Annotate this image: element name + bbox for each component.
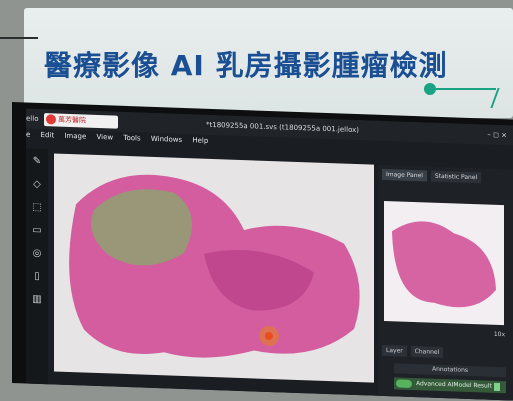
overview-thumbnail[interactable] [384, 200, 504, 326]
menu-tools[interactable]: Tools [123, 134, 140, 143]
annotations-header: Annotations [394, 363, 506, 378]
tab-statistic-panel[interactable]: Statistic Panel [430, 170, 482, 184]
layer-lock-icon[interactable] [494, 382, 500, 392]
tab-channel[interactable]: Channel [410, 345, 444, 359]
banner-title: 醫療影像 AI 乳房攝影腫瘤檢測 [44, 49, 448, 82]
thumbnail-tissue [392, 221, 496, 308]
slide-viewport[interactable] [54, 153, 374, 383]
logo-icon [46, 114, 56, 125]
pencil-icon[interactable]: ✎ [30, 155, 44, 169]
panel-tabs: Image Panel Statistic Panel [382, 168, 483, 184]
layer-tabs: Layer Channel [382, 344, 445, 359]
zoom-level: 10x [493, 330, 505, 339]
connector-dot [424, 83, 436, 95]
menu-view[interactable]: View [97, 133, 114, 142]
tool-strip: ✎ ◇ ⬚ ▭ ◎ ▯ ▥ [26, 148, 48, 385]
side-panel: Image Panel Statistic Panel 10x Layer Ch… [378, 164, 513, 401]
document-title: *t1809255a 001.svs (t1809255a 001.jellox… [206, 120, 360, 135]
menu-help[interactable]: Help [192, 136, 208, 145]
connector-line [436, 88, 496, 90]
annotation-label: Advanced AIModel Result [416, 380, 492, 390]
selection-icon[interactable]: ⬚ [30, 201, 44, 215]
monitor: ello 萬芳醫院 *t1809255a 001.svs (t1809255a … [12, 102, 513, 401]
tab-image-panel[interactable]: Image Panel [382, 168, 427, 182]
visibility-toggle[interactable] [396, 379, 412, 388]
comment-icon[interactable]: ▭ [30, 224, 44, 238]
annotation-row[interactable]: Advanced AIModel Result [394, 377, 506, 394]
tab-layer[interactable]: Layer [382, 344, 407, 357]
app-name: ello [26, 114, 39, 123]
menu-edit[interactable]: Edit [41, 131, 55, 139]
window-controls[interactable]: – ◻ × [487, 125, 507, 146]
menu-windows[interactable]: Windows [151, 135, 182, 144]
trash-icon[interactable]: ▥ [30, 293, 44, 307]
logo-text: 萬芳醫院 [58, 115, 86, 125]
hospital-logo: 萬芳醫院 [44, 113, 118, 129]
menu-file[interactable]: e [26, 130, 30, 138]
document-icon[interactable]: ▯ [30, 270, 44, 284]
app-window: ello 萬芳醫院 *t1809255a 001.svs (t1809255a … [26, 108, 513, 401]
search-icon[interactable]: ◎ [30, 247, 44, 261]
tissue-image [69, 174, 360, 358]
eraser-icon[interactable]: ◇ [30, 178, 44, 192]
decorative-line [0, 37, 38, 39]
menu-image[interactable]: Image [64, 132, 86, 141]
